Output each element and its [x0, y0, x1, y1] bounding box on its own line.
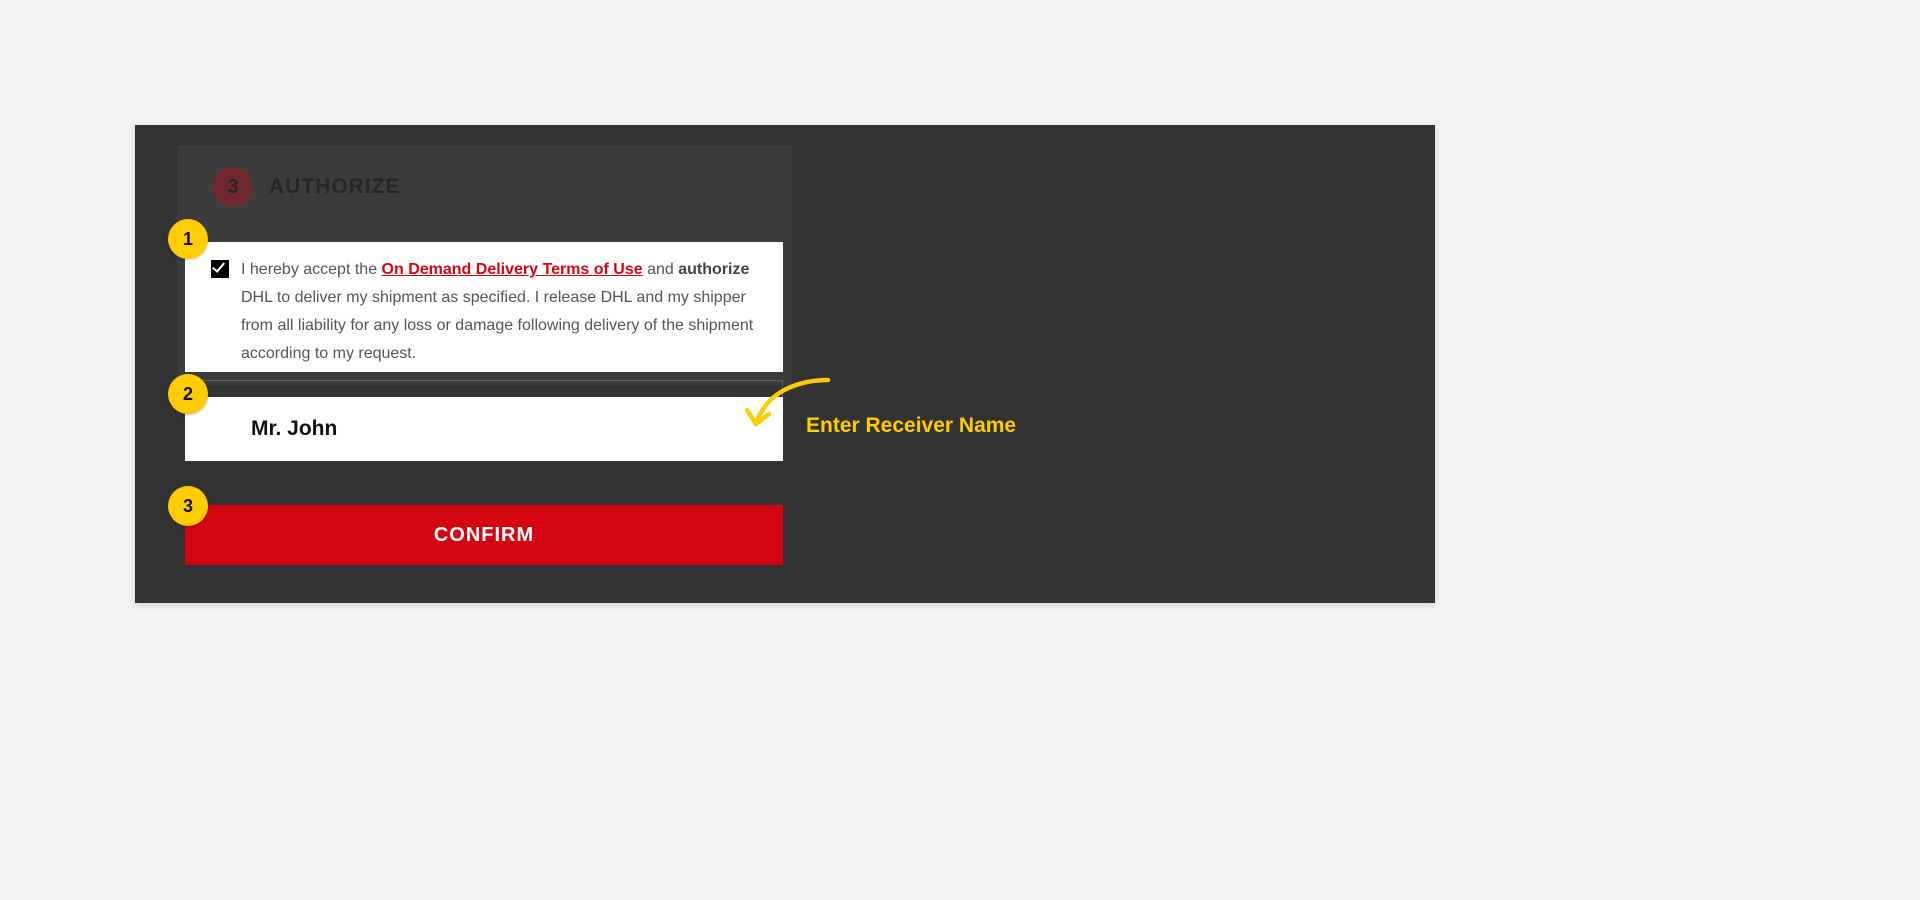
step-title: AUTHORIZE — [269, 175, 401, 199]
annotation-receiver-hint: Enter Receiver Name — [806, 414, 1016, 438]
step-number-badge: 3 — [213, 167, 253, 207]
terms-text-mid: and — [643, 261, 679, 278]
page-canvas: 3 AUTHORIZE I hereby accept the On Deman… — [0, 0, 1920, 900]
authorize-card: 3 AUTHORIZE I hereby accept the On Deman… — [135, 125, 1435, 603]
annotation-badge-2: 2 — [168, 374, 208, 414]
annotation-badge-3: 3 — [168, 486, 208, 526]
accept-terms-checkbox[interactable] — [211, 260, 229, 278]
terms-text-prefix: I hereby accept the — [241, 261, 382, 278]
terms-text: I hereby accept the On Demand Delivery T… — [241, 256, 757, 368]
step-header: 3 AUTHORIZE — [213, 167, 401, 207]
confirm-button[interactable]: CONFIRM — [185, 505, 783, 565]
annotation-badge-1: 1 — [168, 219, 208, 259]
input-outline-decoration — [185, 380, 783, 398]
terms-text-rest: DHL to deliver my shipment as specified.… — [241, 289, 753, 362]
terms-panel: I hereby accept the On Demand Delivery T… — [185, 242, 783, 372]
receiver-name-panel — [185, 397, 783, 461]
terms-text-bold: authorize — [678, 261, 749, 278]
receiver-name-input[interactable] — [249, 416, 783, 442]
terms-of-use-link[interactable]: On Demand Delivery Terms of Use — [382, 261, 643, 278]
